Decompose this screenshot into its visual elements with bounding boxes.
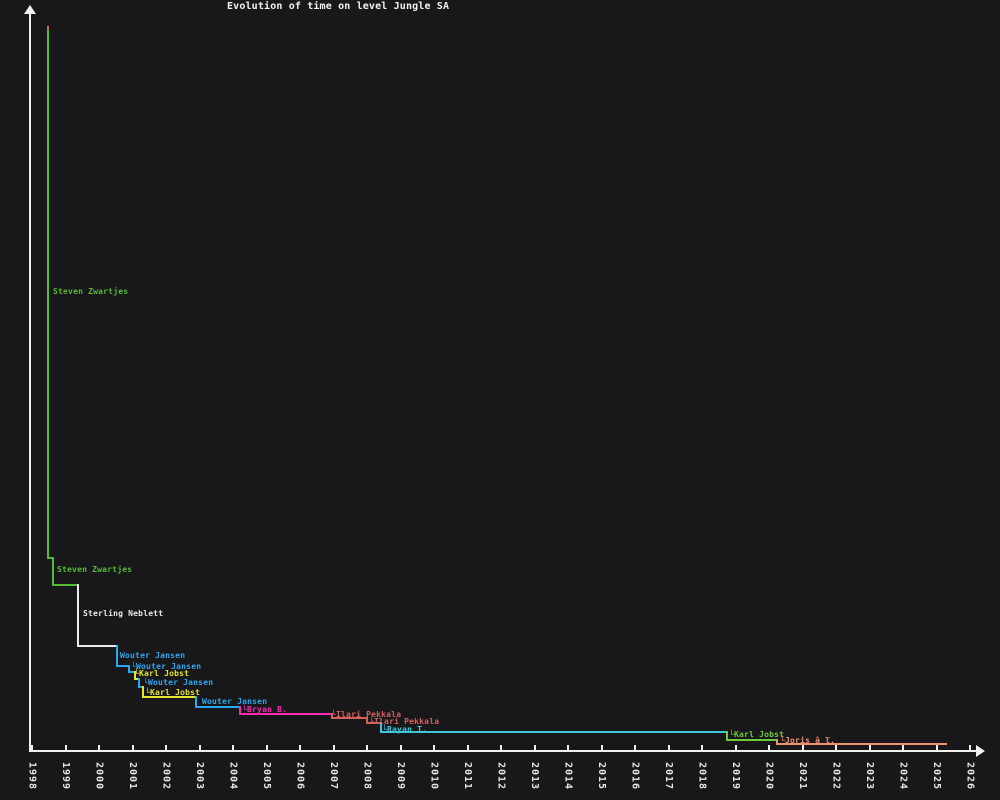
axis-tick bbox=[399, 745, 402, 752]
axis-tick bbox=[98, 745, 100, 752]
year-tick-label: 2002 bbox=[160, 762, 172, 791]
axis-tick bbox=[533, 745, 536, 752]
line-segment bbox=[116, 645, 118, 667]
axis-tick bbox=[634, 745, 636, 752]
year-tick-label: 2017 bbox=[663, 762, 674, 791]
record-label: Sterling Neblett bbox=[83, 609, 164, 618]
y-axis-arrow-icon bbox=[24, 5, 36, 14]
axis-tick bbox=[801, 745, 804, 752]
record-label: └Karl Jobst bbox=[729, 730, 785, 739]
axis-tick bbox=[198, 745, 201, 752]
axis-tick bbox=[734, 745, 737, 752]
year-tick-label: 2019 bbox=[730, 762, 741, 791]
year-tick-label: 2025 bbox=[931, 762, 942, 791]
record-label: └Joris â ľ. bbox=[780, 736, 836, 745]
axis-tick bbox=[667, 745, 670, 752]
axis-tick bbox=[433, 745, 435, 752]
record-label: └Karl Jobst bbox=[145, 688, 201, 697]
year-tick-label: 2005 bbox=[261, 762, 272, 791]
axis-tick bbox=[165, 745, 167, 752]
axis-tick bbox=[64, 745, 67, 752]
chart-canvas: Evolution of time on level Jungle SA 199… bbox=[0, 0, 1000, 800]
year-tick-label: 2016 bbox=[629, 762, 641, 791]
line-segment bbox=[726, 739, 778, 741]
year-tick-label: 2026 bbox=[964, 762, 976, 791]
axis-tick bbox=[366, 745, 368, 752]
axis-tick bbox=[835, 745, 837, 752]
axis-tick bbox=[500, 745, 502, 752]
year-tick-label: 2023 bbox=[864, 762, 875, 791]
axis-tick bbox=[935, 745, 938, 752]
axis-tick bbox=[567, 745, 569, 752]
year-tick-label: 2020 bbox=[763, 762, 775, 791]
axis-tick bbox=[969, 745, 971, 752]
axis-tick bbox=[600, 745, 603, 752]
axis-tick bbox=[466, 745, 469, 752]
record-label: └Karl Jobst bbox=[134, 669, 190, 678]
line-segment bbox=[77, 645, 118, 647]
y-axis-line bbox=[29, 8, 31, 752]
year-tick-label: 2015 bbox=[596, 762, 607, 791]
year-tick-label: 2003 bbox=[194, 762, 205, 791]
year-tick-label: 2010 bbox=[428, 762, 440, 791]
axis-tick bbox=[131, 745, 134, 752]
axis-tick bbox=[701, 745, 703, 752]
x-axis-arrow-icon bbox=[976, 745, 985, 757]
axis-tick bbox=[31, 745, 33, 752]
year-tick-label: 2004 bbox=[227, 762, 239, 791]
record-label: Steven Zwartjes bbox=[57, 565, 133, 574]
line-segment bbox=[380, 731, 728, 733]
axis-tick bbox=[768, 745, 770, 752]
record-label: └Rayan T. bbox=[382, 725, 428, 734]
year-tick-label: 1999 bbox=[60, 762, 71, 791]
axis-tick bbox=[868, 745, 871, 752]
line-segment bbox=[77, 584, 79, 647]
axis-tick bbox=[232, 745, 234, 752]
line-segment bbox=[195, 706, 241, 708]
year-tick-label: 2024 bbox=[897, 762, 909, 791]
record-label: └Wouter Jansen bbox=[143, 678, 214, 687]
year-tick-label: 2006 bbox=[294, 762, 306, 791]
record-label: Steven Zwartjes bbox=[53, 287, 129, 296]
year-tick-label: 2021 bbox=[797, 762, 808, 791]
year-tick-label: 2008 bbox=[361, 762, 373, 791]
year-tick-label: 2001 bbox=[127, 762, 138, 791]
chart-title: Evolution of time on level Jungle SA bbox=[227, 1, 450, 12]
axis-tick bbox=[332, 745, 335, 752]
year-tick-label: 2013 bbox=[529, 762, 540, 791]
year-tick-label: 2007 bbox=[328, 762, 339, 791]
year-tick-label: 1998 bbox=[26, 762, 38, 791]
axis-tick bbox=[265, 745, 268, 752]
year-tick-label: 2012 bbox=[495, 762, 507, 791]
record-label: └Bryan B. bbox=[242, 705, 288, 714]
axis-tick bbox=[902, 745, 904, 752]
year-tick-label: 2018 bbox=[696, 762, 708, 791]
year-tick-label: 2011 bbox=[462, 762, 473, 791]
year-tick-label: 2000 bbox=[93, 762, 105, 791]
year-tick-label: 2009 bbox=[395, 762, 406, 791]
line-segment bbox=[52, 557, 54, 586]
year-tick-label: 2022 bbox=[830, 762, 842, 791]
year-tick-label: 2014 bbox=[562, 762, 574, 791]
line-segment bbox=[47, 30, 49, 559]
line-segment bbox=[52, 584, 79, 586]
axis-tick bbox=[299, 745, 301, 752]
record-label: Wouter Jansen bbox=[120, 651, 186, 660]
